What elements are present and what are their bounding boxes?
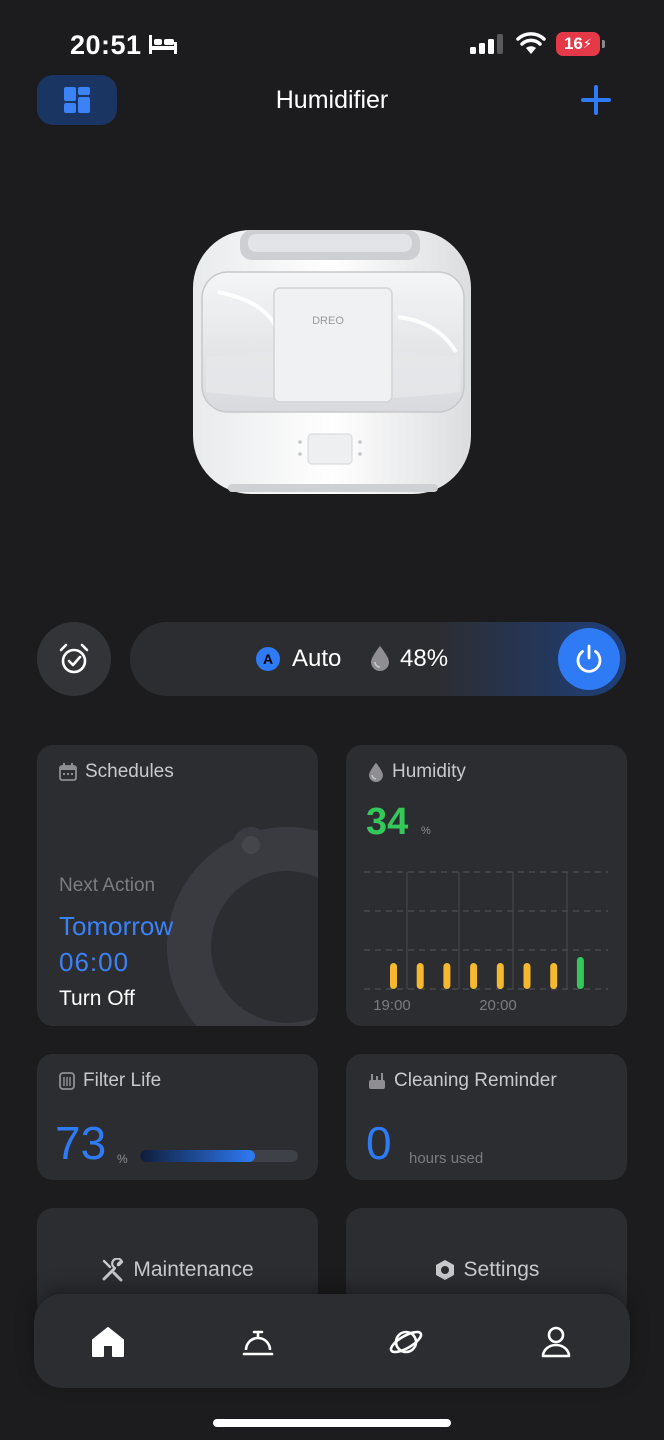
cleaning-hours-unit: hours used [409,1150,484,1167]
service-bell-icon [242,1330,274,1356]
schedules-title: Schedules [85,761,174,782]
filter-life-unit: % [117,1152,128,1166]
tab-discover[interactable] [384,1320,428,1364]
target-humidity: 48% [400,645,449,672]
chart-x-tick-label: 19:00 [373,997,411,1014]
bed-icon [149,35,177,54]
filter-life-progress-fill [140,1150,256,1162]
cleaning-reminder-title: Cleaning Reminder [394,1070,557,1091]
filter-life-card[interactable]: Filter Life 73 % [37,1054,318,1180]
filter-life-title: Filter Life [83,1070,162,1091]
next-action-description: Turn Off [59,987,135,1010]
humidity-bar [523,963,531,989]
power-icon [576,644,602,673]
cellular-signal-icon [470,34,503,54]
maintenance-link[interactable]: Maintenance [37,1258,318,1282]
tab-profile[interactable] [534,1320,578,1364]
settings-label: Settings [463,1258,540,1281]
device-brand-mark: DREO [312,315,344,327]
page-title: Humidifier [275,86,389,114]
humidity-drop-icon [371,646,389,671]
tab-home[interactable] [86,1320,130,1364]
humidity-bar [416,963,424,989]
current-humidity-value: 34 [366,801,409,843]
cleaning-reminder-card[interactable]: Cleaning Reminder 0 hours used [346,1054,627,1180]
humidity-history-chart: 19:00 20:00 [364,871,608,1014]
schedules-card-header: Schedules [59,761,174,783]
plus-icon [581,85,611,115]
status-bar: 20:51 16 ⚡ [0,0,664,80]
mode-control-bar[interactable]: A Auto 48% [130,622,626,696]
calendar-icon [59,763,77,781]
status-time: 20:51 [70,30,142,60]
battery-indicator: 16 ⚡ [556,32,606,56]
humidity-bar [443,963,451,989]
humidifier-device-image: DREO [193,230,471,494]
home-indicator [213,1419,451,1427]
humidity-title: Humidity [392,761,466,782]
settings-link[interactable]: Settings [346,1258,627,1282]
filter-life-progress-bar [140,1150,298,1162]
humidity-card[interactable]: Humidity 34 % 19:00 20:00 [346,745,627,1026]
header: Humidifier [0,70,664,130]
chart-x-tick-label: 20:00 [479,997,517,1014]
mode-label: Auto [292,645,342,672]
battery-tip [602,40,605,48]
auto-mode-icon: A [256,647,280,671]
humidity-card-header: Humidity [368,761,466,783]
home-icon [92,1327,124,1357]
humidity-bar [576,957,584,989]
tab-service[interactable] [236,1320,280,1364]
person-icon [541,1326,571,1358]
next-action-label: Next Action [59,875,156,896]
battery-level: 16 ⚡ [556,32,600,56]
cleaning-hours-value: 0 [366,1117,392,1169]
humidity-bar [390,963,397,989]
battery-level-text: 16 [563,34,583,53]
filter-icon [59,1072,75,1090]
humidity-drop-icon [369,762,383,782]
schedule-decoration-knob-inner [242,836,260,854]
power-button[interactable] [558,628,620,690]
alarm-clock-icon [59,643,89,674]
filter-life-value: 73 [55,1117,107,1169]
cleaning-icon [369,1073,385,1089]
hexagon-settings-icon [435,1260,454,1280]
current-humidity-unit: % [421,825,431,837]
next-action-day: Tomorrow [59,911,174,941]
wifi-icon [516,32,546,54]
charging-bolt-icon: ⚡ [582,36,593,51]
humidity-bar [550,963,558,989]
maintenance-label: Maintenance [133,1258,254,1281]
planet-icon [389,1330,423,1354]
bottom-tab-bar [34,1294,630,1388]
wrench-icon [102,1258,124,1282]
add-button[interactable] [574,78,618,122]
cleaning-card-header: Cleaning Reminder [368,1070,557,1092]
humidity-bar [496,963,504,989]
filter-card-header: Filter Life [59,1070,161,1092]
schedules-card[interactable]: Schedules Next Action Tomorrow 06:00 Tur… [37,745,318,1026]
timer-button[interactable] [37,622,111,696]
humidity-bar [470,963,478,989]
next-action-time: 06:00 [59,947,130,977]
